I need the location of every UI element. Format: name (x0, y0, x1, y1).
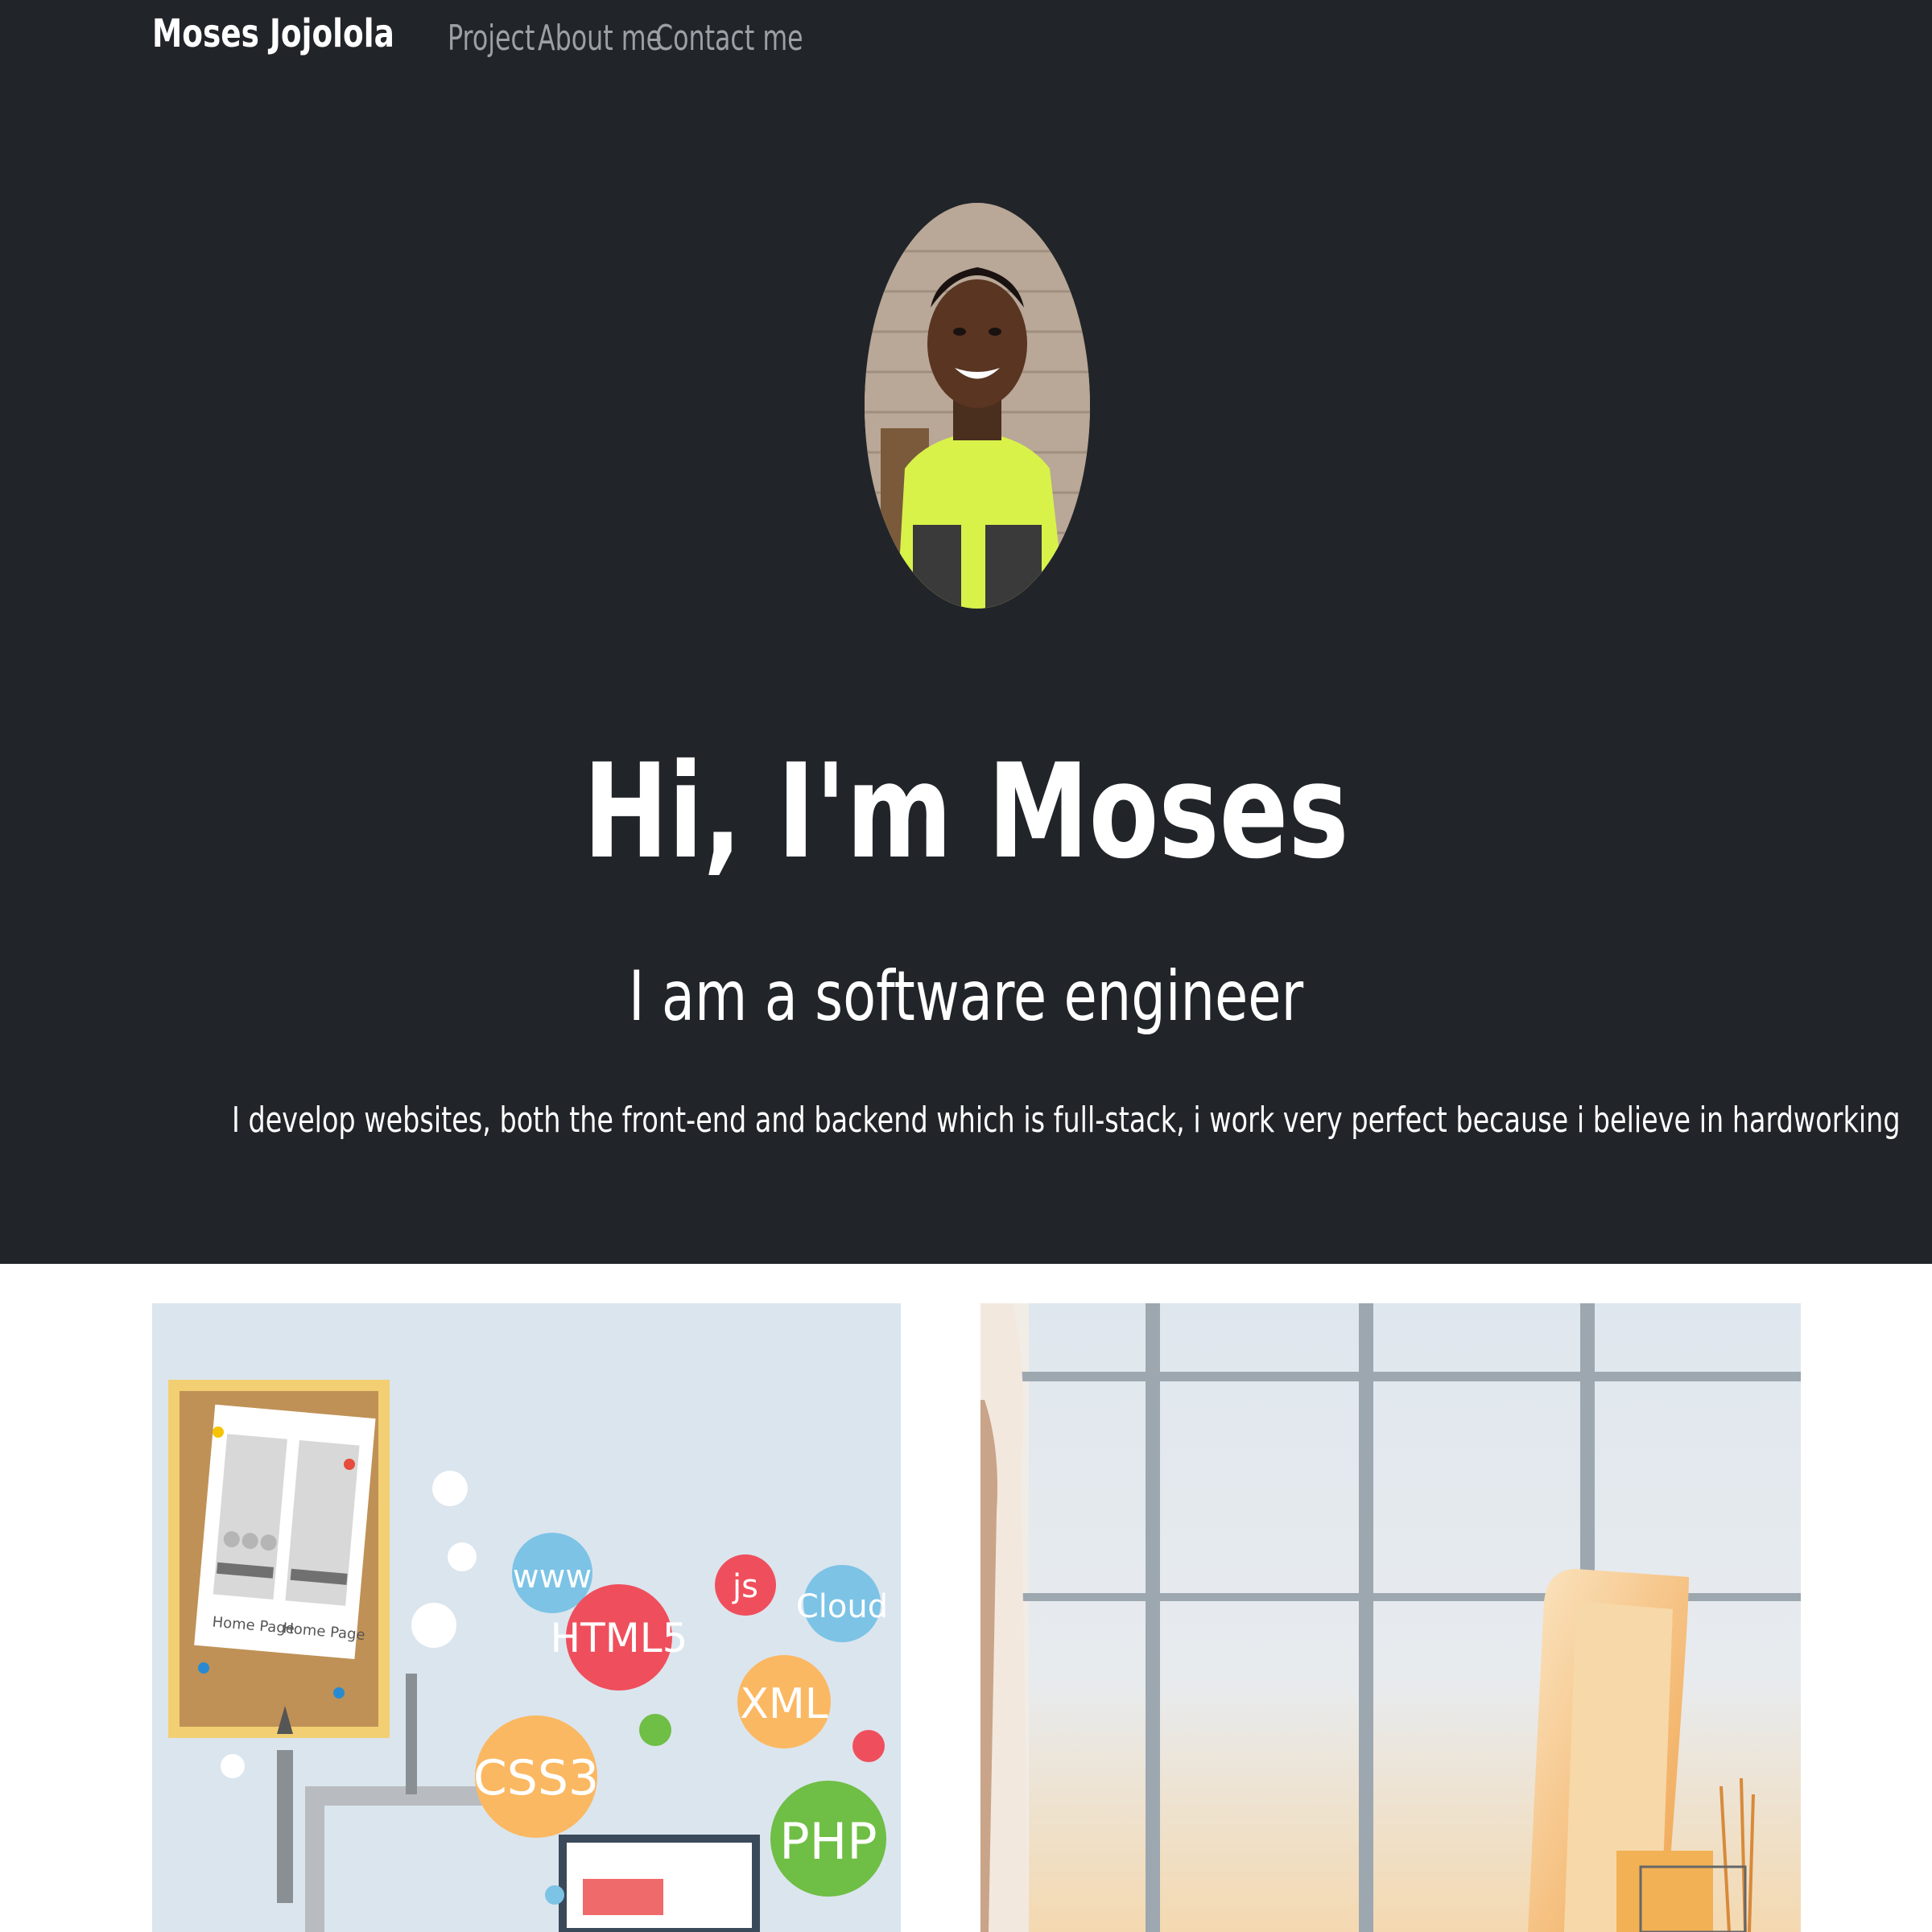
hero-section: Moses Jojolola Project About me Contact … (0, 0, 1932, 1264)
project-card-web-tech[interactable]: Home Page Home Page www HTML5 js Cloud X… (152, 1303, 901, 1932)
workspace-photo (980, 1303, 1801, 1932)
nav-link-project[interactable]: Project (448, 18, 535, 59)
brand-logo[interactable]: Moses Jojolola (152, 11, 394, 56)
hero-description: I develop websites, both the front-end a… (232, 1100, 1901, 1141)
profile-avatar (865, 203, 1090, 609)
svg-text:PHP: PHP (779, 1812, 877, 1871)
svg-text:CSS3: CSS3 (473, 1750, 599, 1806)
svg-text:js: js (732, 1568, 758, 1605)
profile-photo (865, 203, 1090, 609)
svg-text:www: www (513, 1558, 592, 1596)
hero-subtitle: I am a software engineer (628, 956, 1304, 1037)
web-technologies-illustration: Home Page Home Page www HTML5 js Cloud X… (152, 1303, 901, 1932)
nav-link-contact[interactable]: Contact me (655, 18, 803, 59)
svg-text:XML: XML (740, 1680, 828, 1728)
project-card-workspace[interactable] (980, 1303, 1801, 1932)
svg-text:Cloud: Cloud (796, 1588, 888, 1625)
nav-link-about[interactable]: About me (538, 18, 662, 59)
svg-text:HTML5: HTML5 (551, 1615, 688, 1662)
hero-title: Hi, I'm Moses (583, 737, 1349, 888)
